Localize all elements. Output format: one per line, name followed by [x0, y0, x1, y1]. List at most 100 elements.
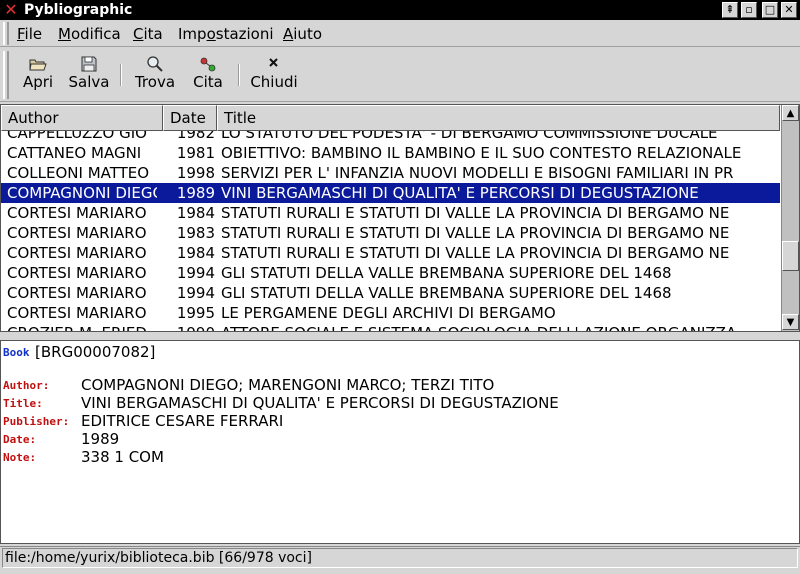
- column-header-author[interactable]: Author: [1, 105, 163, 131]
- column-header-title[interactable]: Title: [217, 105, 780, 131]
- toolbar-grip-handle[interactable]: [3, 51, 9, 99]
- window-title: Pybliographic: [24, 2, 133, 18]
- shade-button[interactable]: ⇞: [722, 2, 738, 18]
- table-row[interactable]: CORTESI MARIARO 1994 GLI STATUTI DELLA VAL…: [1, 263, 780, 283]
- menu-modifica[interactable]: Modifica: [58, 25, 121, 43]
- menu-cita[interactable]: Cita: [133, 25, 163, 43]
- cell-author: CORTESI MARIARO: [7, 244, 147, 262]
- table-row-selected[interactable]: COMPAGNONI DIEGO 1989 VINI BERGAMASCHI DI …: [1, 183, 780, 203]
- table-row[interactable]: CATTANEO MAGNI 1981 OBIETTIVO: BAMBINO IL …: [1, 143, 780, 163]
- toolbar-separator: [120, 64, 122, 86]
- cell-title: STATUTI RURALI E STATUTI DI VALLE LA PRO…: [221, 224, 730, 242]
- menu-aiuto[interactable]: Aiuto: [283, 25, 322, 43]
- table-row[interactable]: CORTESI MARIARO 1984 STATUTI RURALI E STAT…: [1, 203, 780, 223]
- cite-button[interactable]: Cita: [188, 52, 228, 98]
- menu-impostazioni[interactable]: Impostazioni: [178, 25, 274, 43]
- cell-title: ATTORE SOCIALE E SISTEMA SOCIOLOGIA DELL…: [221, 323, 779, 331]
- open-button[interactable]: Apri: [17, 52, 59, 98]
- list-rows-inner: CAPPELLUZZO GIO 1982 LO STATUTO DEL PODEST…: [1, 131, 780, 331]
- magnifier-icon: [145, 55, 165, 73]
- cell-author: CORTESI MARIARO: [7, 304, 147, 322]
- scroll-up-arrow-icon[interactable]: ▲: [782, 105, 799, 121]
- maximize-button[interactable]: □: [762, 2, 778, 18]
- menu-aiuto-mnemonic: A: [283, 25, 294, 43]
- cell-title: SERVIZI PER L' INFANZIA NUOVI MODELLI E …: [221, 164, 734, 182]
- menu-file[interactable]: File: [17, 25, 42, 43]
- menu-impostazioni-mnemonic: o: [206, 25, 216, 43]
- list-vertical-scrollbar[interactable]: ▲ ▼: [781, 105, 799, 331]
- pane-divider-handle[interactable]: [0, 332, 800, 340]
- menu-impostazioni-pre: Imp: [178, 25, 207, 43]
- cell-author: CROZIER M. ERIED: [7, 323, 157, 331]
- cell-title: GLI STATUTI DELLA VALLE BREMBANA SUPERIO…: [221, 284, 672, 302]
- toolbar: Apri Salva Trova Cita Chiudi: [0, 48, 800, 102]
- menu-aiuto-label: iuto: [293, 25, 322, 43]
- cell-author: COLLEONI MATTEO: [7, 164, 150, 182]
- menu-bar: File Modifica Cita Impostazioni Aiuto: [0, 20, 800, 47]
- cell-author: CORTESI MARIARO: [7, 204, 147, 222]
- entry-key: [BRG00007082]: [35, 343, 156, 361]
- iconify-button[interactable]: ▫: [741, 2, 757, 18]
- folder-open-icon: [28, 55, 48, 73]
- floppy-disk-icon: [79, 55, 99, 73]
- table-row[interactable]: CORTESI MARIARO 1994 GLI STATUTI DELLA VAL…: [1, 283, 780, 303]
- cell-date: 1989: [176, 184, 215, 202]
- table-row[interactable]: CROZIER M. ERIED 1990 ATTORE SOCIALE E SIS…: [1, 323, 780, 331]
- find-button-label: Trova: [134, 73, 176, 91]
- cell-date: 1998: [176, 164, 215, 182]
- table-row[interactable]: CORTESI MARIARO 1984 STATUTI RURALI E STAT…: [1, 243, 780, 263]
- table-row[interactable]: COLLEONI MATTEO 1998 SERVIZI PER L' INFANZ…: [1, 163, 780, 183]
- menu-cita-mnemonic: C: [133, 25, 144, 43]
- cell-title: VINI BERGAMASCHI DI QUALITA' E PERCORSI …: [221, 184, 699, 202]
- field-label-title: Title:: [3, 397, 43, 410]
- cell-title: STATUTI RURALI E STATUTI DI VALLE LA PRO…: [221, 204, 730, 222]
- cell-title: LE PERGAMENE DEGLI ARCHIVI DI BERGAMO: [221, 304, 556, 322]
- open-button-label: Apri: [22, 73, 54, 91]
- cell-title: LO STATUTO DEL PODESTA' - DI BERGAMO COM…: [221, 131, 718, 142]
- scroll-down-arrow-icon[interactable]: ▼: [782, 314, 799, 330]
- menu-modifica-mnemonic: M: [58, 25, 71, 43]
- entry-type-label: Book: [3, 346, 30, 359]
- save-button-label: Salva: [68, 73, 110, 91]
- menu-cita-label: ita: [143, 25, 163, 43]
- menubar-grip-handle[interactable]: [3, 22, 9, 45]
- status-text: file:/home/yurix/biblioteca.bib [66/978 …: [2, 548, 798, 568]
- table-row[interactable]: CORTESI MARIARO 1983 STATUTI RURALI E STAT…: [1, 223, 780, 243]
- cell-author: CATTANEO MAGNI: [7, 144, 142, 162]
- table-row[interactable]: CAPPELLUZZO GIO 1982 LO STATUTO DEL PODEST…: [1, 131, 780, 143]
- close-file-button-label: Chiudi: [250, 73, 298, 91]
- cell-date: 1981: [176, 144, 215, 162]
- list-header: Author Date Title: [1, 105, 780, 131]
- menu-file-label: ile: [24, 25, 43, 43]
- cell-author: CORTESI MARIARO: [7, 264, 147, 282]
- field-value-author: COMPAGNONI DIEGO; MARENGONI MARCO; TERZI…: [81, 376, 495, 394]
- cell-title: OBIETTIVO: BAMBINO IL BAMBINO E IL SUO C…: [221, 144, 742, 162]
- entry-list[interactable]: Author Date Title CAPPELLUZZO GIO 1982 LO …: [0, 104, 800, 332]
- app-window: ✕ Pybliographic ⇞ ▫ □ ✕ File Modifica Ci…: [0, 0, 800, 574]
- field-label-note: Note:: [3, 451, 37, 464]
- title-bar[interactable]: ✕ Pybliographic ⇞ ▫ □ ✕: [0, 0, 800, 20]
- cell-date: 1994: [176, 264, 215, 282]
- field-label-author: Author:: [3, 379, 50, 392]
- cell-title: STATUTI RURALI E STATUTI DI VALLE LA PRO…: [221, 244, 730, 262]
- close-file-button[interactable]: Chiudi: [250, 52, 298, 98]
- cell-author: CORTESI MARIARO: [7, 284, 147, 302]
- status-bar: file:/home/yurix/biblioteca.bib [66/978 …: [0, 546, 800, 568]
- app-x-icon[interactable]: ✕: [3, 2, 19, 18]
- column-header-date[interactable]: Date: [163, 105, 217, 131]
- field-value-publisher: EDITRICE CESARE FERRARI: [81, 412, 284, 430]
- menu-modifica-label: odifica: [70, 25, 121, 43]
- table-row[interactable]: CORTESI MARIARO 1995 LE PERGAMENE DEGLI AR…: [1, 303, 780, 323]
- x-close-icon: [264, 55, 284, 73]
- scroll-thumb[interactable]: [782, 241, 799, 271]
- menu-file-mnemonic: F: [17, 25, 25, 43]
- cite-button-label: Cita: [193, 73, 223, 91]
- field-label-publisher: Publisher:: [3, 415, 70, 428]
- toolbar-separator: [238, 64, 240, 86]
- entry-detail-pane: Book [BRG00007082] Author: COMPAGNONI DI…: [0, 340, 800, 544]
- cell-author: CORTESI MARIARO: [7, 224, 147, 242]
- menu-impostazioni-post: stazioni: [215, 25, 274, 43]
- find-button[interactable]: Trova: [132, 52, 178, 98]
- save-button[interactable]: Salva: [66, 52, 112, 98]
- close-button[interactable]: ✕: [781, 2, 797, 18]
